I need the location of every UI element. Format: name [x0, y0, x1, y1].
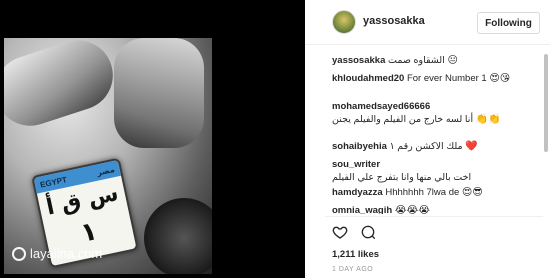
comment-bubble-icon[interactable] — [360, 224, 376, 242]
comments-scrollbar[interactable] — [543, 52, 549, 212]
watermark: layalina.com — [12, 246, 102, 261]
comment-item: khloudahmed20 For ever Number 1 😍😘 — [332, 72, 537, 85]
heart-icon[interactable] — [332, 224, 348, 242]
plate-country: EGYPT — [39, 174, 68, 190]
comment-emoji: 👏👏 — [475, 114, 501, 125]
comment-text: اخت بالي منها وانا بتفرج علي الفيلم — [332, 172, 472, 183]
comment-text: Hhhhhhh 7lwa de — [385, 187, 460, 198]
plate-country-arabic: مصر — [96, 164, 116, 178]
comment-emoji: 😐 — [447, 55, 458, 66]
comment-user[interactable]: hamdyazza — [332, 187, 383, 198]
post-header: yassosakka Following — [305, 0, 550, 45]
username[interactable]: yassosakka — [363, 15, 425, 27]
comment-emoji: 😍😎 — [461, 187, 483, 198]
post-timestamp: 1 DAY AGO — [332, 266, 374, 273]
comment-item: omnia_wagih 😭😭😭 — [332, 204, 537, 214]
comment-user[interactable]: sohaibyehia — [332, 141, 387, 152]
comment-text: ملك الاكشن رقم ١ — [389, 141, 463, 152]
comment-text: الشقاوه صمت — [388, 55, 445, 66]
motorcycle-chrome — [114, 38, 204, 148]
comment-user[interactable]: yassosakka — [332, 55, 385, 66]
comment-item: sou_writer اخت بالي منها وانا بتفرج علي … — [332, 158, 537, 184]
comment-text: أنا لسه خارج من الفيلم والفيلم يجنن — [332, 114, 474, 125]
comment-emoji: ❤️ — [465, 141, 478, 152]
watermark-text: layalina.com — [30, 246, 103, 261]
motorcycle-part — [144, 198, 212, 274]
post-actions — [332, 224, 376, 242]
post-panel: yassosakka Following yassosakka الشقاوه … — [305, 0, 550, 278]
comment-emoji: 😭😭😭 — [394, 205, 430, 214]
post-media[interactable]: EGYPT مصر س ق أ ١ layalina.com — [0, 0, 305, 278]
watermark-logo-icon — [12, 246, 26, 261]
comment-emoji: 😍😘 — [489, 73, 511, 84]
comment-user[interactable]: mohamedsayed66666 — [332, 101, 430, 112]
comments-list[interactable]: yassosakka الشقاوه صمت 😐 khloudahmed20 F… — [305, 54, 545, 214]
avatar[interactable] — [332, 10, 356, 34]
post-photo[interactable]: EGYPT مصر س ق أ ١ — [4, 38, 212, 274]
comment-text: For ever Number 1 — [406, 73, 487, 84]
following-button[interactable]: Following — [477, 12, 540, 34]
comment-user[interactable]: omnia_wagih — [332, 205, 392, 214]
likes-count[interactable]: 1,211 likes — [332, 249, 379, 260]
comment-user[interactable]: sou_writer — [332, 159, 380, 170]
comment-item: hamdyazza Hhhhhhh 7lwa de 😍😎 — [332, 186, 537, 199]
scrollbar-thumb[interactable] — [544, 54, 548, 152]
comment-item: yassosakka الشقاوه صمت 😐 — [332, 54, 537, 67]
comment-item: sohaibyehia ملك الاكشن رقم ١ ❤️ — [332, 140, 537, 153]
motorcycle-chrome — [4, 38, 122, 135]
comment-user[interactable]: khloudahmed20 — [332, 73, 404, 84]
comment-item: mohamedsayed66666 أنا لسه خارج من الفيلم… — [332, 100, 537, 126]
divider — [325, 216, 543, 217]
